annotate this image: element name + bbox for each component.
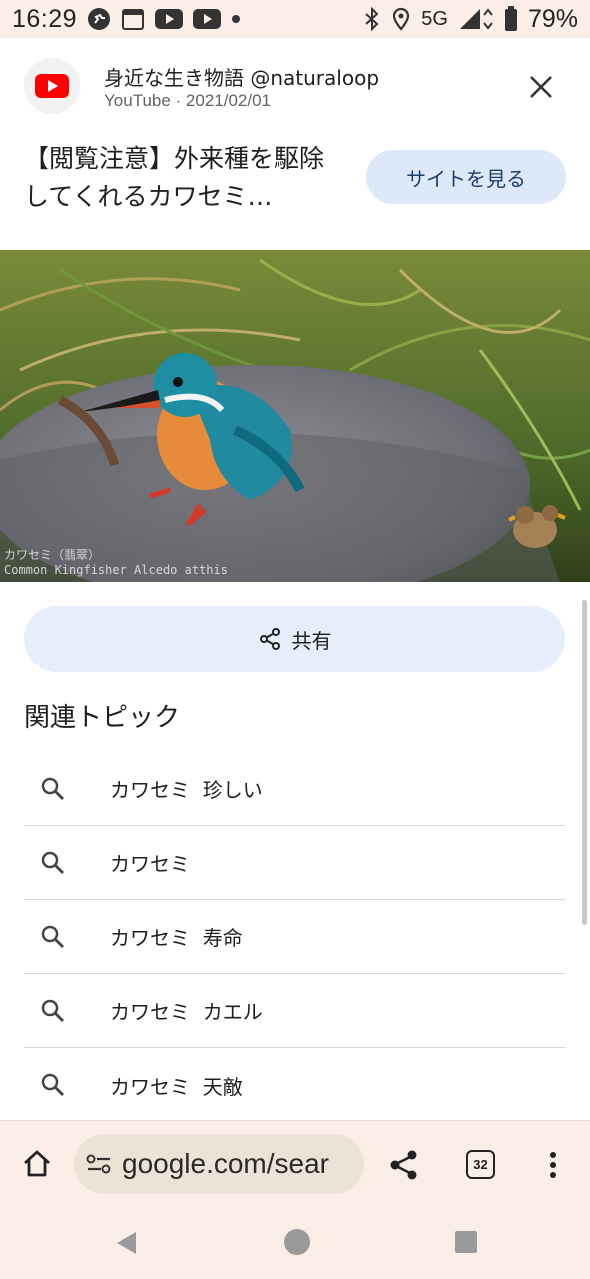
source-date: YouTube · 2021/02/01 (104, 91, 271, 110)
search-icon (24, 776, 82, 802)
more-vert-icon (550, 1152, 556, 1178)
site-settings-icon (86, 1154, 111, 1174)
url-text: google.com/sear (122, 1148, 330, 1179)
share-label: 共有 (291, 628, 332, 653)
channel-name: 身近な生き物語 @naturaloop (104, 66, 380, 90)
visit-site-button[interactable]: サイトを見る (366, 150, 566, 204)
title-row: 【閲覧注意】外来種を駆除してくれるカワセミ… サイトを見る (0, 134, 590, 244)
toolbar-share-button[interactable] (386, 1147, 422, 1183)
youtube-notification-icon (155, 9, 184, 29)
browser-toolbar: google.com/sear 32 (0, 1120, 590, 1206)
home-nav-icon[interactable] (284, 1229, 310, 1255)
video-caption: カワセミ（翡翠） Common Kingfisher Alcedo atthis (4, 548, 228, 577)
address-bar[interactable]: google.com/sear (74, 1134, 364, 1194)
video-title[interactable]: 【閲覧注意】外来種を駆除してくれるカワセミ… (24, 140, 344, 216)
share-icon (390, 1150, 417, 1180)
youtube-logo-icon (24, 58, 80, 114)
search-icon (24, 850, 82, 876)
tab-switcher-button[interactable]: 32 (466, 1150, 495, 1179)
search-icon (24, 998, 82, 1024)
related-topic-item[interactable]: カワセミ (24, 826, 565, 900)
close-button[interactable] (520, 66, 562, 108)
video-thumbnail[interactable]: カワセミ（翡翠） Common Kingfisher Alcedo atthis (0, 250, 590, 582)
search-icon (24, 924, 82, 950)
activity-icon (87, 7, 111, 31)
related-topic-item[interactable]: カワセミ カエル (24, 974, 565, 1048)
related-topic-label: カワセミ 寿命 (110, 926, 243, 950)
network-type: 5G (421, 7, 448, 30)
close-icon (530, 76, 552, 98)
share-icon (259, 628, 280, 650)
dot-icon (231, 14, 241, 24)
status-bar: 16:29 5G 79% (0, 0, 590, 38)
related-topics-list: カワセミ 珍しい カワセミ カワセミ 寿命 カワセミ カエル カワセミ 天敵 (24, 752, 565, 1122)
home-button[interactable] (18, 1145, 56, 1183)
related-topics-heading: 関連トピック (24, 703, 181, 733)
share-button[interactable]: 共有 (24, 606, 565, 672)
calendar-icon (121, 7, 145, 31)
scrollbar[interactable] (582, 600, 587, 925)
search-icon (24, 1072, 82, 1098)
system-navigation-bar (0, 1206, 590, 1279)
recents-icon[interactable] (455, 1231, 477, 1253)
back-icon[interactable] (114, 1230, 140, 1256)
bluetooth-icon (363, 7, 381, 31)
signal-icon (458, 7, 494, 31)
battery-level: 79% (527, 4, 578, 33)
status-time: 16:29 (12, 4, 78, 33)
battery-icon (504, 6, 518, 32)
related-topic-label: カワセミ (110, 852, 190, 876)
kingfisher-image (0, 250, 590, 582)
video-preview-header: 身近な生き物語 @naturaloop YouTube · 2021/02/01 (0, 38, 590, 134)
home-icon (24, 1150, 50, 1177)
location-icon (391, 7, 411, 31)
related-topic-label: カワセミ カエル (110, 1000, 263, 1024)
related-topic-item[interactable]: カワセミ 寿命 (24, 900, 565, 974)
related-topic-label: カワセミ 天敵 (110, 1074, 243, 1099)
overflow-menu-button[interactable] (540, 1147, 566, 1183)
youtube-notification-icon (193, 9, 222, 29)
related-topic-label: カワセミ 珍しい (110, 778, 263, 802)
related-topic-item[interactable]: カワセミ 珍しい (24, 752, 565, 826)
related-topic-item[interactable]: カワセミ 天敵 (24, 1048, 565, 1122)
